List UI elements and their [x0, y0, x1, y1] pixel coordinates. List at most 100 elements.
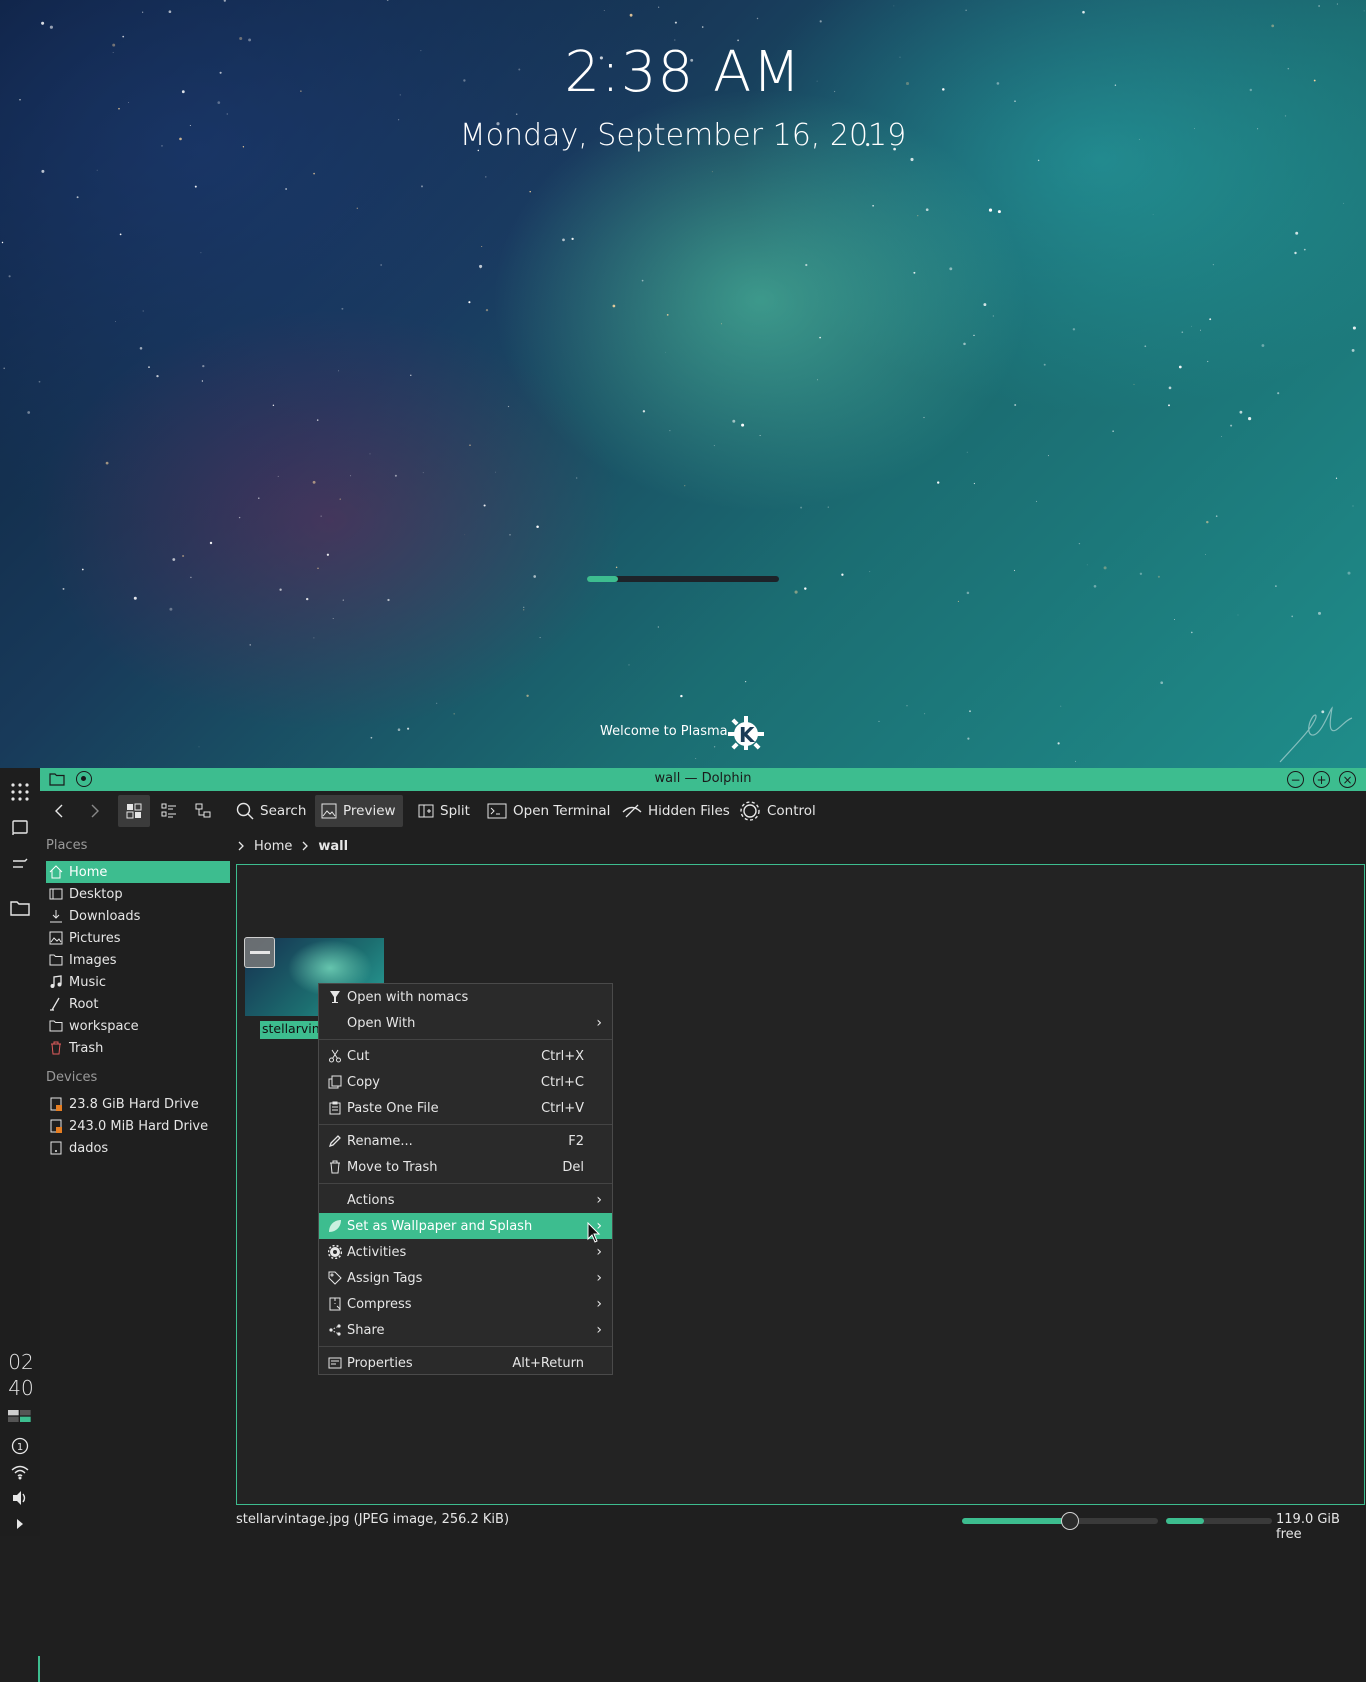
- zoom-slider-fill: [962, 1518, 1070, 1524]
- search-button[interactable]: Search: [230, 795, 312, 827]
- minimize-button[interactable]: −: [1287, 771, 1304, 788]
- close-button[interactable]: ×: [1339, 771, 1356, 788]
- window-titlebar[interactable]: wall — Dolphin − + ×: [40, 768, 1366, 791]
- star: [1152, 214, 1154, 215]
- selection-toggle[interactable]: [244, 937, 275, 968]
- chevron-right-icon: [238, 841, 244, 851]
- compact-view-button[interactable]: [154, 795, 184, 827]
- breadcrumb-current[interactable]: wall: [318, 839, 348, 854]
- notifications-icon[interactable]: 1: [8, 1434, 32, 1458]
- star: [658, 6, 660, 8]
- artist-signature: [1279, 706, 1353, 763]
- star: [3, 367, 5, 370]
- open-terminal-button[interactable]: Open Terminal: [481, 795, 616, 827]
- places-item-label: Desktop: [69, 886, 123, 902]
- star: [468, 301, 471, 304]
- device-item-label: 23.8 GiB Hard Drive: [69, 1096, 199, 1112]
- expand-tray-icon[interactable]: [8, 1512, 32, 1536]
- star: [1352, 505, 1354, 507]
- breadcrumb-home[interactable]: Home: [254, 839, 292, 854]
- preview-button[interactable]: Preview: [315, 795, 403, 827]
- star: [741, 423, 745, 427]
- star: [316, 419, 319, 421]
- places-item-pictures[interactable]: Pictures: [46, 927, 230, 949]
- menu-rename[interactable]: Rename... F2: [319, 1128, 612, 1154]
- device-item[interactable]: 243.0 MiB Hard Drive: [46, 1115, 230, 1137]
- menu-activities[interactable]: Activities ›: [319, 1239, 612, 1265]
- task-switcher-icon[interactable]: [8, 852, 32, 876]
- menu-copy[interactable]: Copy Ctrl+C: [319, 1069, 612, 1095]
- star: [279, 588, 282, 591]
- menu-label: Compress: [347, 1296, 412, 1312]
- device-item[interactable]: 23.8 GiB Hard Drive: [46, 1093, 230, 1115]
- star: [1239, 410, 1243, 414]
- download-icon: [49, 909, 63, 923]
- star: [1205, 554, 1206, 555]
- device-item[interactable]: dados: [46, 1137, 230, 1159]
- places-item-workspace[interactable]: workspace: [46, 1015, 230, 1037]
- app-launcher-icon[interactable]: [8, 780, 32, 804]
- star: [453, 713, 456, 715]
- star: [1295, 231, 1299, 235]
- places-item-desktop[interactable]: Desktop: [46, 883, 230, 905]
- volume-icon[interactable]: [8, 1486, 32, 1510]
- details-view-button[interactable]: [188, 795, 218, 827]
- places-item-downloads[interactable]: Downloads: [46, 905, 230, 927]
- star: [320, 515, 322, 517]
- zoom-slider[interactable]: [962, 1512, 1158, 1530]
- menu-assign-tags[interactable]: Assign Tags ›: [319, 1265, 612, 1291]
- menu-open-with[interactable]: Open With ›: [319, 1010, 612, 1036]
- star: [306, 597, 309, 601]
- file-name-label[interactable]: stellarvin: [260, 1021, 320, 1039]
- image-icon: [321, 803, 337, 819]
- hidden-files-button[interactable]: Hidden Files: [616, 795, 736, 827]
- chevron-right-icon: ›: [596, 1015, 602, 1031]
- maximize-button[interactable]: +: [1313, 771, 1330, 788]
- dolphin-task-icon[interactable]: [8, 896, 32, 920]
- places-item-music[interactable]: Music: [46, 971, 230, 993]
- icons-view-button[interactable]: [118, 795, 150, 827]
- pager-icon[interactable]: [8, 1404, 32, 1428]
- menu-label: Rename...: [347, 1133, 413, 1149]
- back-button[interactable]: [46, 795, 74, 827]
- star: [937, 481, 940, 484]
- split-button[interactable]: Split: [412, 795, 476, 827]
- zoom-slider-handle[interactable]: [1060, 1512, 1079, 1530]
- star: [869, 571, 871, 573]
- star: [313, 637, 315, 639]
- menu-open-with-nomacs[interactable]: Open with nomacs: [319, 984, 612, 1010]
- breadcrumb: Home wall: [236, 836, 348, 856]
- star: [272, 404, 275, 407]
- control-button[interactable]: Control: [733, 795, 822, 827]
- search-icon: [236, 802, 254, 820]
- menu-paste[interactable]: Paste One File Ctrl+V: [319, 1095, 612, 1121]
- star: [817, 379, 819, 381]
- menu-actions[interactable]: Actions ›: [319, 1187, 612, 1213]
- star: [893, 5, 895, 7]
- disk-usage-fill: [1166, 1518, 1205, 1524]
- star: [1103, 566, 1107, 570]
- menu-cut[interactable]: Cut Ctrl+X: [319, 1043, 612, 1069]
- star: [394, 474, 397, 477]
- wifi-icon[interactable]: [8, 1460, 32, 1484]
- places-item-home[interactable]: Home: [46, 861, 230, 883]
- forward-button[interactable]: [80, 795, 108, 827]
- menu-move-to-trash[interactable]: Move to Trash Del: [319, 1154, 612, 1180]
- menu-share[interactable]: Share ›: [319, 1317, 612, 1343]
- places-item-images[interactable]: Images: [46, 949, 230, 971]
- menu-separator: [319, 1039, 612, 1040]
- star: [81, 568, 84, 571]
- menu-properties[interactable]: Properties Alt+Return: [319, 1350, 612, 1376]
- star: [342, 599, 344, 601]
- places-item-root[interactable]: Root: [46, 993, 230, 1015]
- star: [642, 410, 646, 413]
- star: [910, 157, 914, 162]
- menu-compress[interactable]: Compress ›: [319, 1291, 612, 1317]
- notification-count: 1: [17, 1442, 23, 1453]
- star: [1284, 115, 1287, 117]
- star: [800, 506, 803, 509]
- places-item-trash[interactable]: Trash: [46, 1037, 230, 1059]
- window-switcher-icon[interactable]: [8, 816, 32, 840]
- tag-icon: [327, 1270, 343, 1286]
- menu-set-wallpaper[interactable]: Set as Wallpaper and Splash ›: [319, 1213, 612, 1239]
